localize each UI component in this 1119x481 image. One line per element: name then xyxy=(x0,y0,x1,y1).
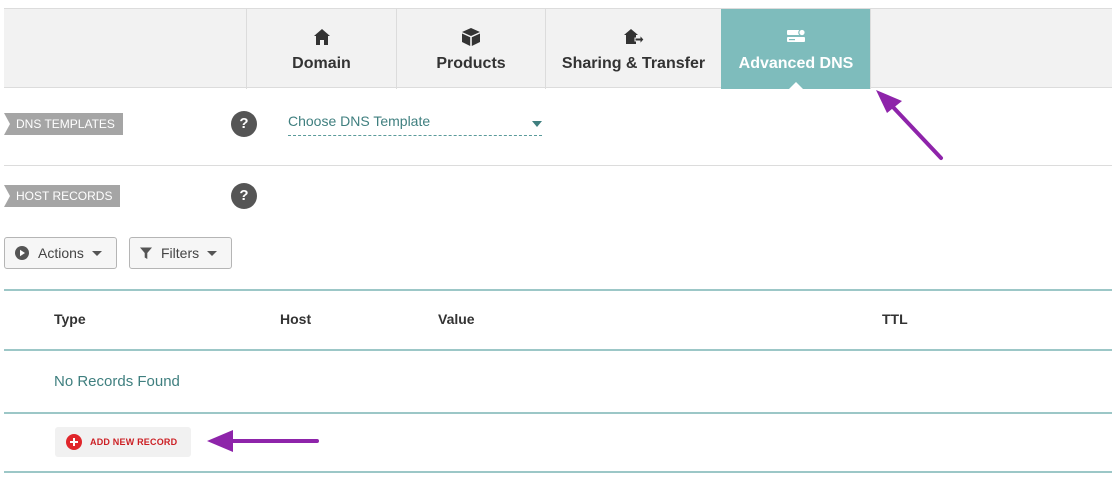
arrow-annotation-icon xyxy=(207,430,319,452)
annotation-arrows xyxy=(207,90,943,452)
arrow-annotation-icon xyxy=(876,90,943,160)
